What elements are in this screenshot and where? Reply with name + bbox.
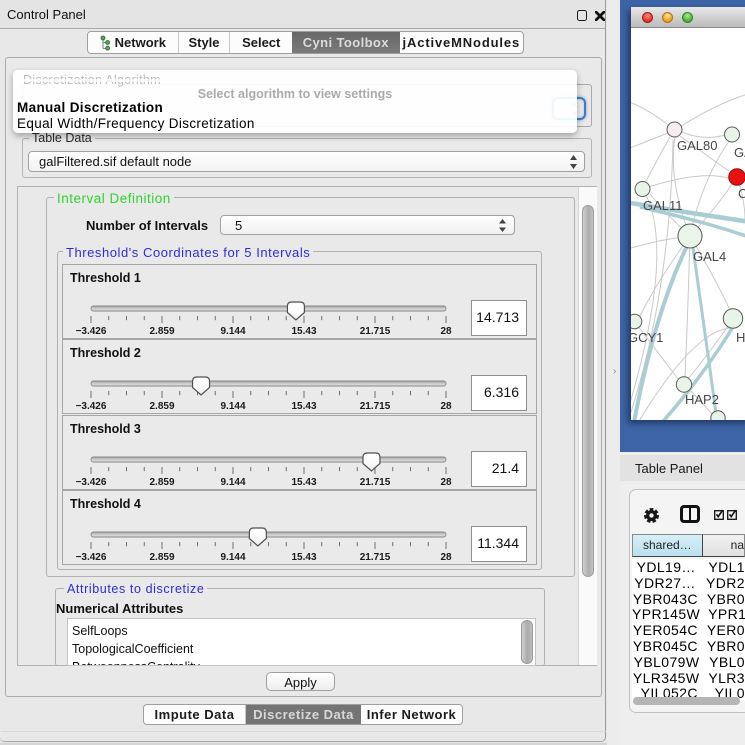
svg-text:28: 28 [440,552,452,563]
svg-text:15.43: 15.43 [291,477,316,488]
svg-text:CY: CY [738,186,745,201]
svg-text:15.43: 15.43 [291,401,316,412]
svg-text:−3.426: −3.426 [76,326,107,337]
svg-text:2.859: 2.859 [149,477,174,488]
svg-text:HAP2: HAP2 [685,392,719,407]
svg-text:9.144: 9.144 [220,552,245,563]
svg-text:15.43: 15.43 [291,552,316,563]
svg-text:9.144: 9.144 [220,326,245,337]
svg-text:−3.426: −3.426 [76,477,107,488]
svg-text:HA: HA [736,330,745,345]
svg-text:2.859: 2.859 [149,326,174,337]
svg-text:GA: GA [734,145,745,160]
svg-text:GAL11: GAL11 [643,198,683,213]
svg-text:21.715: 21.715 [360,401,391,412]
svg-text:28: 28 [440,401,452,412]
svg-text:GCY1: GCY1 [631,330,663,345]
svg-text:21.715: 21.715 [360,552,391,563]
svg-text:15.43: 15.43 [291,326,316,337]
svg-text:9.144: 9.144 [220,477,245,488]
svg-text:GAL4: GAL4 [693,249,726,264]
svg-text:2.859: 2.859 [149,401,174,412]
svg-text:28: 28 [440,326,452,337]
svg-text:−3.426: −3.426 [76,552,107,563]
svg-text:−3.426: −3.426 [76,401,107,412]
svg-text:21.715: 21.715 [360,326,391,337]
svg-text:2.859: 2.859 [149,552,174,563]
svg-text:9.144: 9.144 [220,401,245,412]
svg-text:28: 28 [440,477,452,488]
svg-text:GAL80: GAL80 [677,138,717,153]
svg-text:21.715: 21.715 [360,477,391,488]
